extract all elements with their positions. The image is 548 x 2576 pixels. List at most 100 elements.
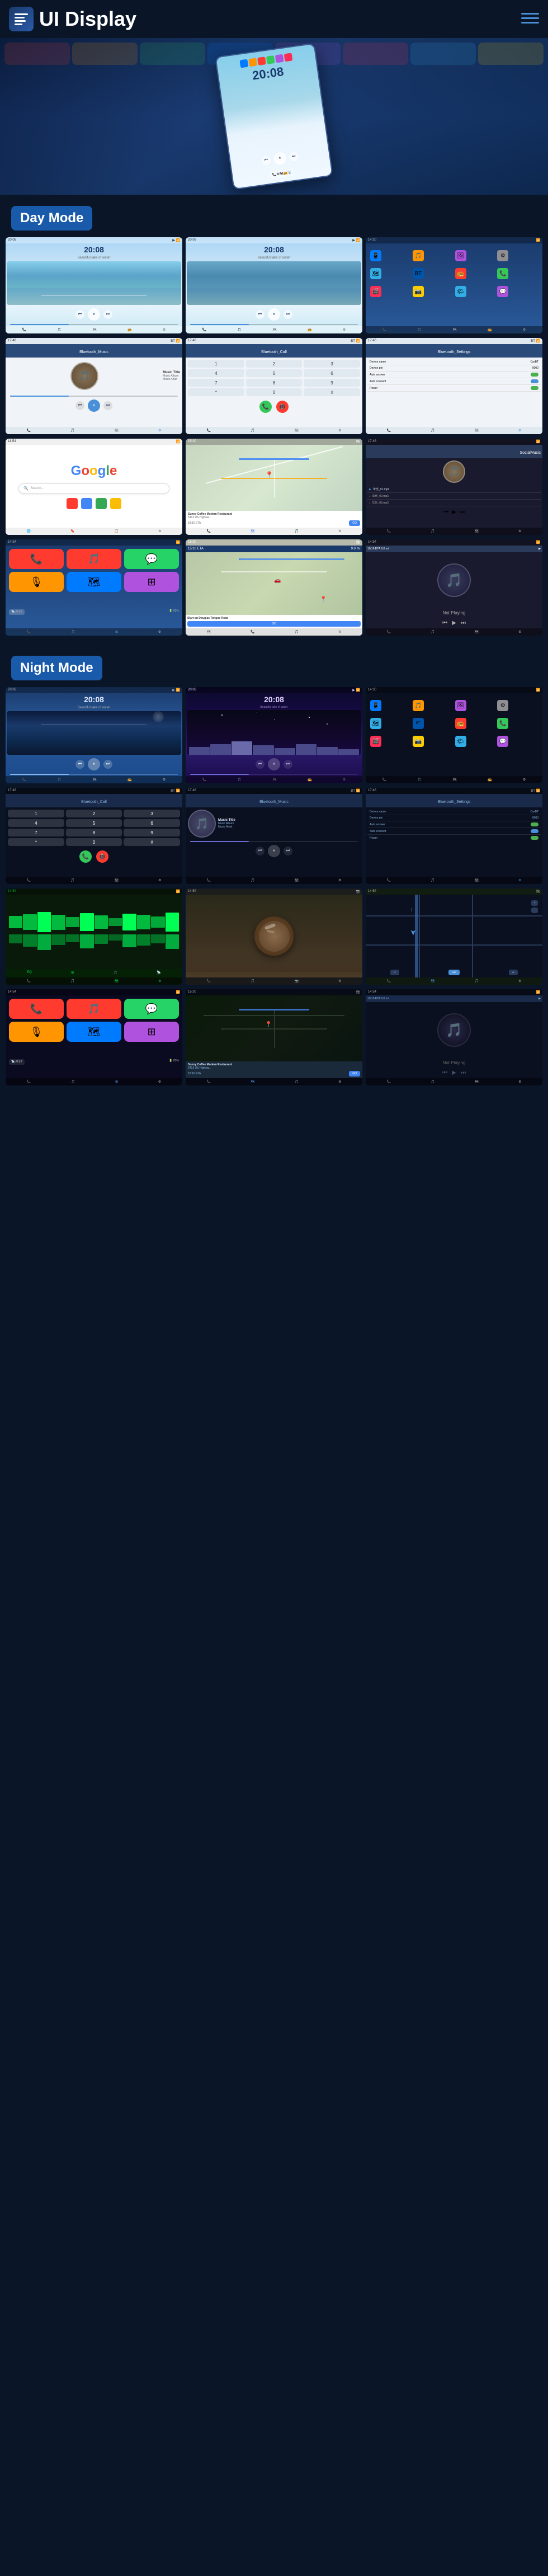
playlist-item-1[interactable]: ▶ 华乐_01.mp3 <box>367 486 541 493</box>
night-app-icon-11[interactable]: 🌤 <box>455 736 466 747</box>
night-not-playing-prev[interactable]: ⏮ <box>442 1070 447 1076</box>
night-launcher-podcast[interactable]: 🎙 <box>9 1022 64 1042</box>
night-app-icon-9[interactable]: 🎬 <box>370 736 381 747</box>
launcher-phone[interactable]: 📞 <box>9 549 64 569</box>
bt-play-icon[interactable]: ⏸ <box>88 399 100 412</box>
not-playing-play[interactable]: ▶ <box>452 620 456 626</box>
not-playing-next[interactable]: ⏭ <box>461 620 466 626</box>
night-key-star[interactable]: * <box>8 838 64 846</box>
auto-answer-toggle[interactable] <box>531 373 538 377</box>
social-prev[interactable]: ⏮ <box>443 509 448 515</box>
night-app-icon-2[interactable]: 🎵 <box>413 700 424 711</box>
night-app-icon-3[interactable]: 🖼 <box>455 700 466 711</box>
night-road-zoom-out[interactable]: - <box>531 908 538 913</box>
app-icon-bt[interactable]: BT <box>413 268 424 279</box>
night-launcher-phone[interactable]: 📞 <box>9 999 64 1019</box>
app-icon-camera[interactable]: 📷 <box>413 286 424 297</box>
playlist-item-3[interactable]: ♪ 华乐_03.mp3 <box>367 500 541 506</box>
night-not-playing-next[interactable]: ⏭ <box>461 1070 466 1076</box>
key-1[interactable]: 1 <box>188 360 244 368</box>
night-app-icon-10[interactable]: 📷 <box>413 736 424 747</box>
night-road-zoom-in[interactable]: + <box>531 900 538 906</box>
app-icon-photo[interactable]: 🖼 <box>455 250 466 261</box>
night-key-hash[interactable]: # <box>124 838 180 846</box>
night-auto-answer-toggle[interactable] <box>531 822 538 826</box>
night-road-menu[interactable]: ☰ <box>509 970 518 975</box>
night-key-7[interactable]: 7 <box>8 829 64 836</box>
night-road-recalc[interactable]: ↺ <box>390 970 399 975</box>
night-bt-play[interactable]: ⏸ <box>268 845 280 857</box>
not-playing-prev[interactable]: ⏮ <box>442 620 447 626</box>
app-icon-settings[interactable]: ⚙ <box>497 250 508 261</box>
key-4[interactable]: 4 <box>188 369 244 377</box>
night-key-8[interactable]: 8 <box>66 829 122 836</box>
end-call-button[interactable]: 📵 <box>276 401 289 413</box>
night-key-5[interactable]: 5 <box>66 819 122 827</box>
night-key-4[interactable]: 4 <box>8 819 64 827</box>
night-app-icon-7[interactable]: 📻 <box>455 718 466 729</box>
waveform-btn-1[interactable]: EQ <box>27 971 32 975</box>
app-icon-music[interactable]: 🎵 <box>413 250 424 261</box>
night-call-button[interactable]: 📞 <box>79 850 92 863</box>
nav-start-button[interactable]: GO <box>187 621 361 627</box>
night-launcher-chat[interactable]: 💬 <box>124 999 179 1019</box>
waveform-btn-3[interactable]: 🎵 <box>114 971 117 975</box>
night-key-0[interactable]: 0 <box>66 838 122 846</box>
quick-link-maps[interactable] <box>96 498 107 509</box>
night-key-9[interactable]: 9 <box>124 829 180 836</box>
key-8[interactable]: 8 <box>246 379 303 387</box>
night-launcher-music[interactable]: 🎵 <box>67 999 121 1019</box>
social-play[interactable]: ▶ <box>452 509 456 515</box>
night-bt-next[interactable]: ⏭ <box>284 847 292 855</box>
social-next[interactable]: ⏭ <box>460 509 465 515</box>
night-app-icon-5[interactable]: 🗺 <box>370 718 381 729</box>
night-launcher-maps[interactable]: 🗺 <box>67 1022 121 1042</box>
power-toggle[interactable] <box>531 386 538 390</box>
nav-go-button[interactable]: GO <box>349 520 360 526</box>
key-5[interactable]: 5 <box>246 369 303 377</box>
key-hash[interactable]: # <box>304 388 360 396</box>
launcher-maps-app[interactable]: 🗺 <box>67 572 121 592</box>
night-app-bt[interactable]: BT <box>413 718 424 729</box>
app-icon-social[interactable]: 💬 <box>497 286 508 297</box>
night-app-icon-4[interactable]: ⚙ <box>497 700 508 711</box>
night-road-go[interactable]: GO <box>448 970 460 975</box>
key-0[interactable]: 0 <box>246 388 303 396</box>
waveform-btn-4[interactable]: 📡 <box>157 971 160 975</box>
launcher-other[interactable]: ⊞ <box>124 572 179 592</box>
night-end-call-button[interactable]: 📵 <box>96 850 108 863</box>
key-9[interactable]: 9 <box>304 379 360 387</box>
night-key-2[interactable]: 2 <box>66 810 122 817</box>
night-key-6[interactable]: 6 <box>124 819 180 827</box>
app-icon-video[interactable]: 🎬 <box>370 286 381 297</box>
google-search-bar[interactable]: 🔍 Search... <box>18 483 169 493</box>
quick-link-gmail[interactable] <box>81 498 92 509</box>
night-app-icon-8[interactable]: 📞 <box>497 718 508 729</box>
auto-connect-toggle[interactable] <box>531 379 538 383</box>
night-not-playing-play[interactable]: ▶ <box>452 1070 456 1076</box>
quick-link-drive[interactable] <box>110 498 121 509</box>
playlist-item-2[interactable]: ♪ 华乐_02.mp3 <box>367 493 541 500</box>
night-key-1[interactable]: 1 <box>8 810 64 817</box>
key-2[interactable]: 2 <box>246 360 303 368</box>
bt-next-icon[interactable]: ⏭ <box>103 401 112 410</box>
call-button[interactable]: 📞 <box>259 401 272 413</box>
launcher-podcast[interactable]: 🎙 <box>9 572 64 592</box>
night-auto-connect-toggle[interactable] <box>531 829 538 833</box>
hamburger-menu-icon[interactable] <box>521 10 539 28</box>
night-power-toggle[interactable] <box>531 836 538 840</box>
night-key-3[interactable]: 3 <box>124 810 180 817</box>
app-icon-maps[interactable]: 🗺 <box>370 268 381 279</box>
waveform-btn-2[interactable]: ⊞ <box>71 971 74 975</box>
night-bt-prev[interactable]: ⏮ <box>256 847 264 855</box>
launcher-music-app[interactable]: 🎵 <box>67 549 121 569</box>
app-icon-radio[interactable]: 📻 <box>455 268 466 279</box>
night-app-icon-1[interactable]: 📱 <box>370 700 381 711</box>
night-nav-go[interactable]: GO <box>349 1071 360 1077</box>
quick-link-youtube[interactable] <box>67 498 78 509</box>
app-icon-phone[interactable]: 📞 <box>497 268 508 279</box>
bt-prev-icon[interactable]: ⏮ <box>75 401 84 410</box>
app-icon-weather[interactable]: 🌤 <box>455 286 466 297</box>
key-star[interactable]: * <box>188 388 244 396</box>
key-7[interactable]: 7 <box>188 379 244 387</box>
